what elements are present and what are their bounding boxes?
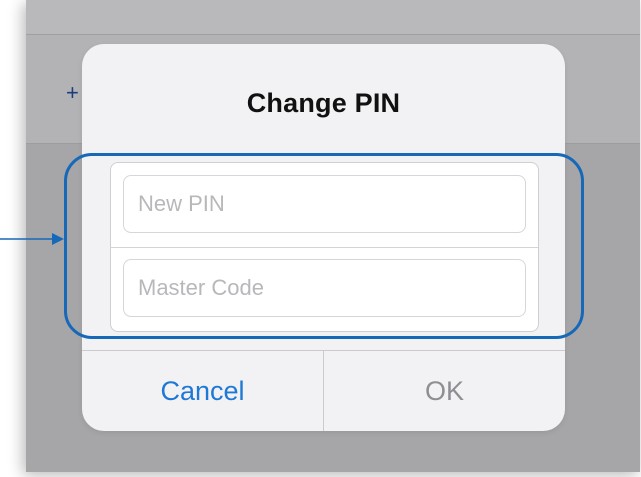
dialog-button-bar: Cancel OK <box>82 350 565 431</box>
screenshot-stage: + Change PIN Cancel OK <box>0 0 641 477</box>
app-top-bar <box>26 0 640 35</box>
cancel-button[interactable]: Cancel <box>82 351 323 431</box>
ok-button[interactable]: OK <box>324 351 565 431</box>
dialog-title: Change PIN <box>246 88 401 118</box>
plus-icon[interactable]: + <box>66 82 79 104</box>
fields-highlight-callout <box>64 153 584 339</box>
